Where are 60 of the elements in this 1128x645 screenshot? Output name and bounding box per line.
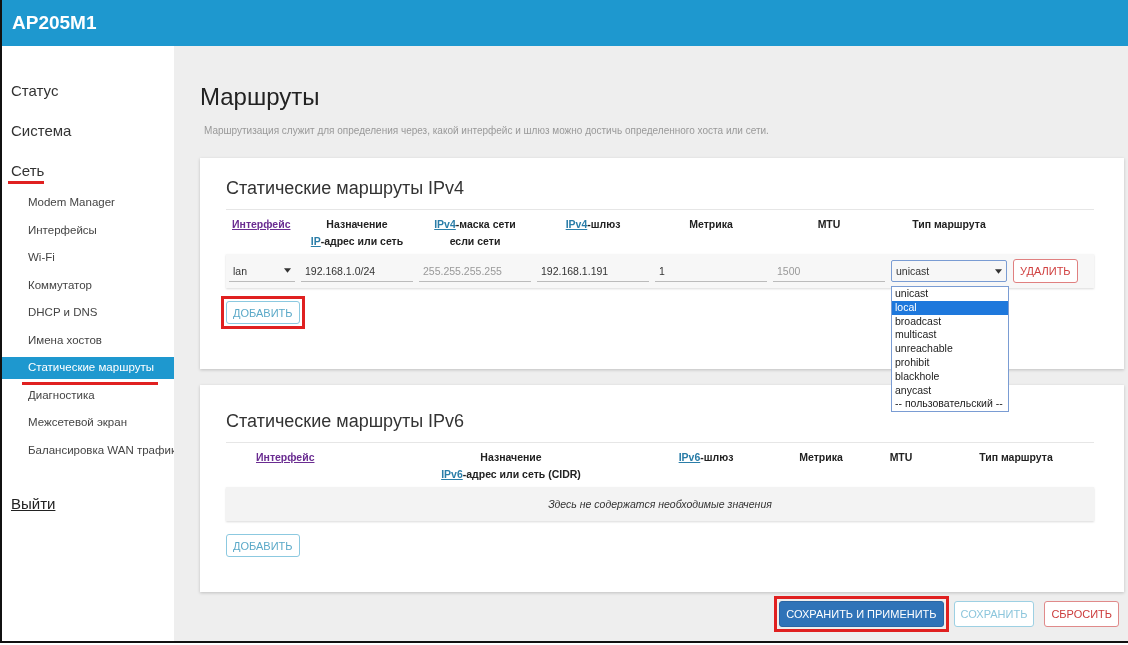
nav-subitem[interactable]: Интерфейсы xyxy=(2,219,174,241)
column-heading: Назначение xyxy=(326,218,388,230)
column-link[interactable]: Интерфейс xyxy=(232,218,291,230)
input-field[interactable]: 192.168.1.0/24 xyxy=(301,260,413,282)
column-heading: MTU xyxy=(889,451,913,463)
column-link[interactable]: IPv4 xyxy=(434,218,456,230)
dropdown-option[interactable]: multicast xyxy=(892,328,1008,343)
save-apply-button[interactable]: СОХРАНИТЬ И ПРИМЕНИТЬ xyxy=(779,601,944,627)
column-heading: Метрика xyxy=(689,218,733,230)
page-title: Маршруты xyxy=(200,83,320,111)
nav-subitem[interactable]: Диагностика xyxy=(2,384,174,406)
nav-subitem[interactable]: Межсетевой экран xyxy=(2,412,174,434)
page-description: Маршрутизация служит для определения через, какой интерфейс и шлюз можно достичь определенного хоста или сети. xyxy=(204,125,769,136)
nav-item[interactable]: Система xyxy=(11,121,72,141)
column-heading: Назначение xyxy=(480,451,542,463)
nav-item[interactable]: Сеть xyxy=(11,161,45,181)
section-title: Статические маршруты IPv4 xyxy=(226,178,465,199)
nav-subitem[interactable]: Modem Manager xyxy=(2,192,174,214)
column-heading: MTU xyxy=(817,218,841,230)
nav-subitem[interactable]: DHCP и DNS xyxy=(2,302,174,324)
interface-select[interactable]: lan xyxy=(229,260,295,282)
nav-subitem[interactable]: Wi-Fi xyxy=(2,247,174,269)
column-link[interactable]: IPv4 xyxy=(565,218,588,230)
section-title: Статические маршруты IPv6 xyxy=(226,411,465,432)
dropdown-option[interactable]: blackhole xyxy=(892,369,1008,384)
nav-item[interactable]: Статус xyxy=(11,81,59,101)
column-heading: -шлюз xyxy=(700,451,734,463)
column-heading: Метрика xyxy=(799,451,843,463)
column-link[interactable]: Интерфейс xyxy=(256,451,315,463)
brand-title: AP205M1 xyxy=(12,12,97,34)
column-heading: -адрес или сеть (CIDR) xyxy=(462,468,581,480)
caret-icon xyxy=(995,268,1002,274)
column-heading: -адрес или сеть xyxy=(320,235,404,247)
caret-icon xyxy=(284,268,291,273)
column-heading: Тип маршрута xyxy=(979,451,1053,463)
column-heading: Тип маршрута xyxy=(912,218,986,230)
dropdown-option[interactable]: anycast xyxy=(892,383,1008,398)
nav-subitem[interactable]: Имена хостов xyxy=(2,329,174,351)
dropdown-option[interactable]: prohibit xyxy=(892,356,1008,370)
nav-subitem[interactable]: Коммутатор xyxy=(2,274,174,296)
input-field[interactable]: 1 xyxy=(655,260,767,282)
dropdown-option[interactable]: -- пользовательский -- xyxy=(892,397,1008,412)
column-heading: -маска сети xyxy=(455,218,516,230)
column-link[interactable]: IPv6 xyxy=(678,451,701,463)
route-type-select[interactable]: unicast xyxy=(891,260,1007,282)
dropdown-option[interactable]: unicast xyxy=(892,287,1008,301)
input-field[interactable]: 192.168.1.191 xyxy=(537,260,649,282)
dropdown-option[interactable]: broadcast xyxy=(892,314,1008,329)
column-heading: -шлюз xyxy=(587,218,621,230)
column-heading: если сети xyxy=(449,235,501,247)
reset-button[interactable]: СБРОСИТЬ xyxy=(1044,601,1119,627)
logout-link[interactable]: Выйти xyxy=(2,495,56,512)
column-link[interactable]: IP xyxy=(310,235,321,247)
input-field[interactable]: 1500 xyxy=(773,260,885,282)
delete-button[interactable]: УДАЛИТЬ xyxy=(1013,259,1078,283)
input-field[interactable]: 255.255.255.255 xyxy=(419,260,531,282)
empty-message: Здесь не содержатся необходимые значения xyxy=(548,498,772,510)
column-link[interactable]: IPv6 xyxy=(441,468,463,480)
dropdown-option[interactable]: local xyxy=(892,300,1008,315)
dropdown-option[interactable]: unreachable xyxy=(892,342,1008,356)
